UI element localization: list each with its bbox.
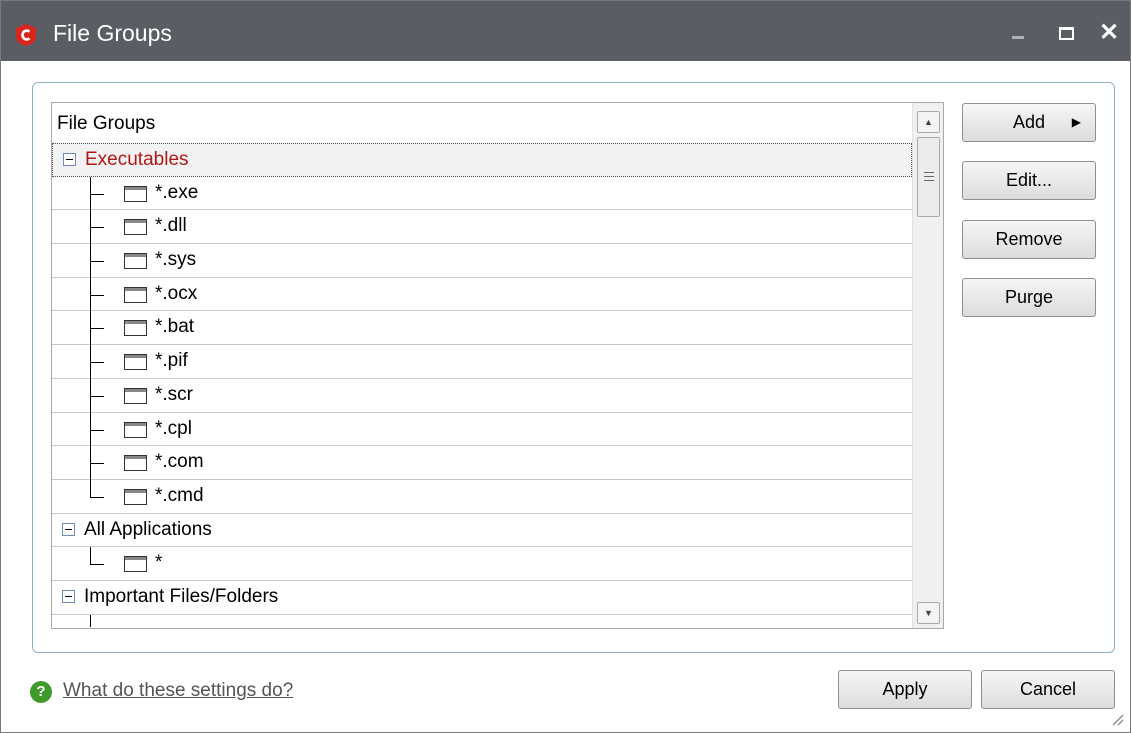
group-label: All Applications — [84, 518, 212, 540]
file-pattern-label: *.pif — [155, 350, 188, 372]
tree-item[interactable]: *.pif — [52, 345, 912, 380]
tree-line — [90, 614, 91, 627]
maximize-icon — [1059, 27, 1074, 40]
file-pattern-label: *.com — [155, 451, 204, 473]
scroll-down-button[interactable]: ▼ — [917, 602, 940, 624]
file-icon — [124, 421, 147, 438]
group-label: Executables — [85, 149, 189, 170]
tree-line — [90, 328, 104, 330]
tree-item[interactable]: *.scr — [52, 378, 912, 413]
collapse-toggle-icon[interactable] — [62, 589, 75, 603]
file-icon — [124, 488, 147, 505]
tree-item[interactable]: *.com — [52, 446, 912, 481]
scroll-thumb[interactable] — [917, 137, 940, 217]
file-pattern-label: *.scr — [155, 383, 193, 405]
edit-button[interactable]: Edit... — [962, 161, 1096, 200]
file-pattern-label: *.sys — [155, 249, 197, 271]
add-button-label: Add — [1012, 112, 1046, 132]
file-pattern-label: *.exe — [155, 181, 199, 203]
file-icon — [124, 185, 147, 202]
group-label: Important Files/Folders — [84, 585, 279, 607]
tree-line — [90, 193, 104, 195]
tree-item[interactable]: *.cpl — [52, 412, 912, 447]
tree-line — [90, 395, 104, 397]
apply-button[interactable]: Apply — [838, 670, 972, 709]
cancel-button[interactable]: Cancel — [981, 670, 1115, 709]
file-icon — [124, 455, 147, 472]
collapse-toggle-icon[interactable] — [62, 522, 75, 536]
tree-header: File Groups — [57, 113, 156, 134]
tree-item[interactable]: *.dll — [52, 210, 912, 245]
tree-item-partial — [52, 614, 912, 627]
tree-line — [90, 479, 91, 498]
file-groups-tree[interactable]: File Groups Executables *.exe *.dll *.sy… — [51, 102, 944, 629]
file-pattern-label: *.dll — [155, 215, 187, 237]
file-icon — [124, 219, 147, 236]
tree-item[interactable]: *.exe — [52, 176, 912, 211]
maximize-button[interactable] — [1053, 21, 1077, 45]
remove-button[interactable]: Remove — [962, 220, 1096, 259]
tree-group-important-files[interactable]: Important Files/Folders — [52, 581, 912, 615]
grip-line — [924, 176, 934, 177]
tree-group-executables[interactable]: Executables — [52, 143, 912, 177]
minimize-icon — [1012, 36, 1024, 39]
file-pattern-label: *.bat — [155, 316, 195, 338]
tree-line — [90, 496, 104, 498]
file-groups-dialog: File Groups ✕ File Groups Executables *.… — [0, 0, 1131, 733]
tree-group-all-applications[interactable]: All Applications — [52, 514, 912, 548]
resize-grip-icon[interactable] — [1110, 712, 1124, 726]
file-icon — [124, 253, 147, 270]
window-title: File Groups — [53, 20, 172, 46]
file-pattern-label: *.ocx — [155, 282, 198, 304]
title-bar[interactable]: File Groups ✕ — [1, 1, 1130, 61]
add-button[interactable]: Add ▶ — [962, 103, 1096, 142]
file-pattern-label: * — [155, 552, 163, 574]
file-icon — [124, 387, 147, 404]
tree-rows: Executables *.exe *.dll *.sys *.ocx *.ba… — [52, 143, 912, 627]
tree-line — [90, 564, 104, 566]
file-pattern-label: *.cmd — [155, 484, 204, 506]
tree-item[interactable]: *.ocx — [52, 277, 912, 312]
close-button[interactable]: ✕ — [1097, 21, 1121, 45]
tree-line — [90, 429, 104, 431]
tree-line — [90, 547, 91, 566]
scroll-up-button[interactable]: ▲ — [917, 111, 940, 133]
comodo-logo-icon — [16, 24, 36, 46]
minimize-button[interactable] — [1007, 21, 1031, 45]
file-icon — [124, 320, 147, 337]
help-link[interactable]: What do these settings do? — [63, 680, 293, 702]
grip-line — [924, 180, 934, 181]
tree-item[interactable]: *.sys — [52, 244, 912, 279]
submenu-arrow-icon: ▶ — [1071, 115, 1081, 129]
grip-line — [924, 172, 934, 173]
tree-line — [90, 261, 104, 263]
tree-line — [90, 294, 104, 296]
tree-line — [90, 227, 104, 229]
file-icon — [124, 354, 147, 371]
file-pattern-label: *.cpl — [155, 417, 192, 439]
tree-item[interactable]: * — [52, 547, 912, 581]
tree-item[interactable]: *.cmd — [52, 479, 912, 514]
tree-line — [90, 362, 104, 364]
tree-line — [90, 463, 104, 465]
purge-button[interactable]: Purge — [962, 278, 1096, 317]
file-icon — [124, 556, 147, 573]
tree-item[interactable]: *.bat — [52, 311, 912, 346]
file-icon — [124, 286, 147, 303]
help-icon: ? — [30, 681, 52, 703]
collapse-toggle-icon[interactable] — [63, 153, 76, 166]
vertical-scrollbar[interactable]: ▲ ▼ — [912, 103, 943, 628]
